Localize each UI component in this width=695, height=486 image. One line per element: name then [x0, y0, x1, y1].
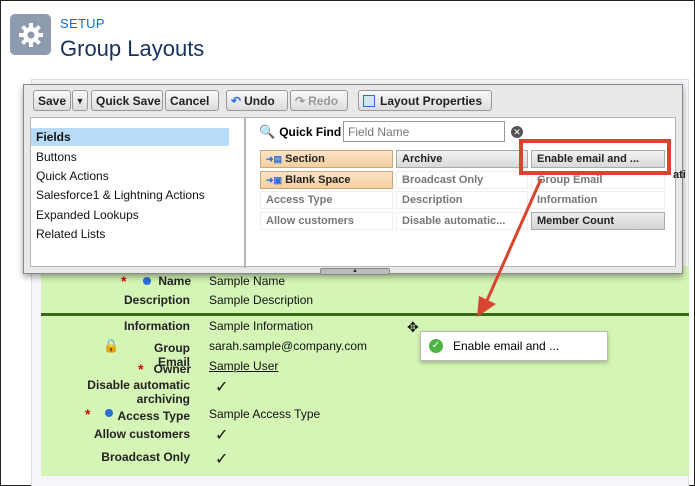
move-cursor-icon: ✥	[407, 319, 419, 335]
page-frame: SETUP Group Layouts * Name Sample Name D…	[0, 0, 695, 486]
dragged-field-chip[interactable]: ✓ Enable email and ...	[420, 331, 608, 361]
drag-arrow	[477, 178, 543, 317]
check-circle-icon: ✓	[429, 339, 443, 353]
